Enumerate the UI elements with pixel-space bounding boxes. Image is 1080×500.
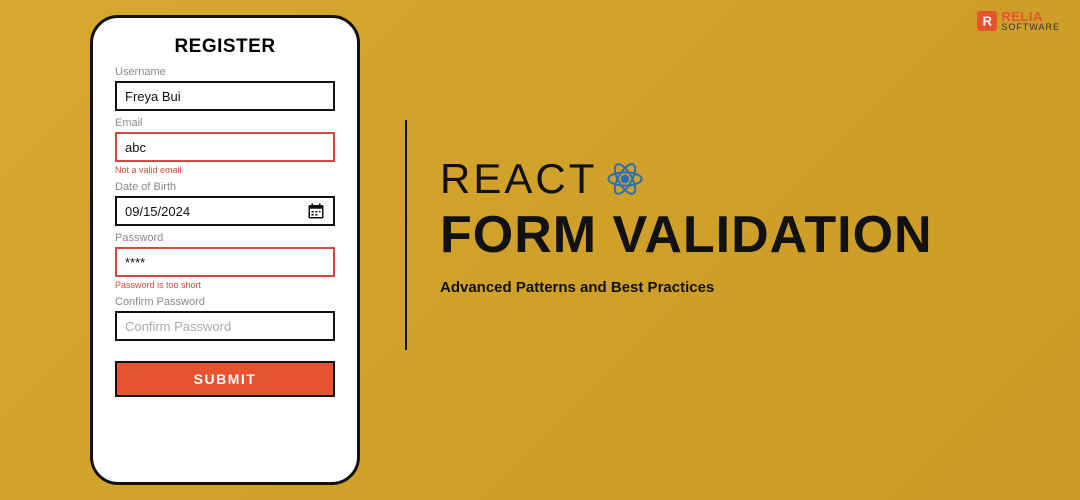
headline-main: FORM VALIDATION bbox=[440, 205, 933, 265]
dob-field: Date of Birth 09/15/2024 bbox=[115, 181, 335, 226]
password-input[interactable]: **** bbox=[115, 247, 335, 277]
username-field: Username Freya Bui bbox=[115, 66, 335, 111]
password-error: Password is too short bbox=[115, 280, 335, 290]
confirm-label: Confirm Password bbox=[115, 296, 335, 308]
relia-logo-icon bbox=[977, 11, 997, 31]
password-field: Password **** Password is too short bbox=[115, 232, 335, 290]
confirm-input[interactable]: Confirm Password bbox=[115, 311, 335, 341]
email-label: Email bbox=[115, 117, 335, 129]
email-input[interactable]: abc bbox=[115, 132, 335, 162]
card-title: REGISTER bbox=[115, 36, 335, 58]
confirm-field: Confirm Password Confirm Password bbox=[115, 296, 335, 341]
email-error: Not a valid email bbox=[115, 165, 335, 175]
register-card: REGISTER Username Freya Bui Email abc No… bbox=[90, 15, 360, 485]
headline-top-row: REACT bbox=[440, 155, 933, 203]
dob-label: Date of Birth bbox=[115, 181, 335, 193]
submit-button[interactable]: SUBMIT bbox=[115, 361, 335, 397]
headline-block: REACT FORM VALIDATION Advanced Patterns … bbox=[440, 155, 933, 296]
vertical-divider bbox=[405, 120, 407, 350]
email-field: Email abc Not a valid email bbox=[115, 117, 335, 175]
react-text: REACT bbox=[440, 155, 597, 203]
react-icon bbox=[605, 159, 645, 199]
brand-logo: RELIA SOFTWARE bbox=[977, 10, 1060, 32]
username-input[interactable]: Freya Bui bbox=[115, 81, 335, 111]
brand-logo-text: RELIA SOFTWARE bbox=[1001, 10, 1060, 32]
calendar-icon[interactable] bbox=[307, 202, 325, 220]
username-label: Username bbox=[115, 66, 335, 78]
dob-input[interactable]: 09/15/2024 bbox=[115, 196, 335, 226]
password-label: Password bbox=[115, 232, 335, 244]
headline-sub: Advanced Patterns and Best Practices bbox=[440, 279, 933, 296]
